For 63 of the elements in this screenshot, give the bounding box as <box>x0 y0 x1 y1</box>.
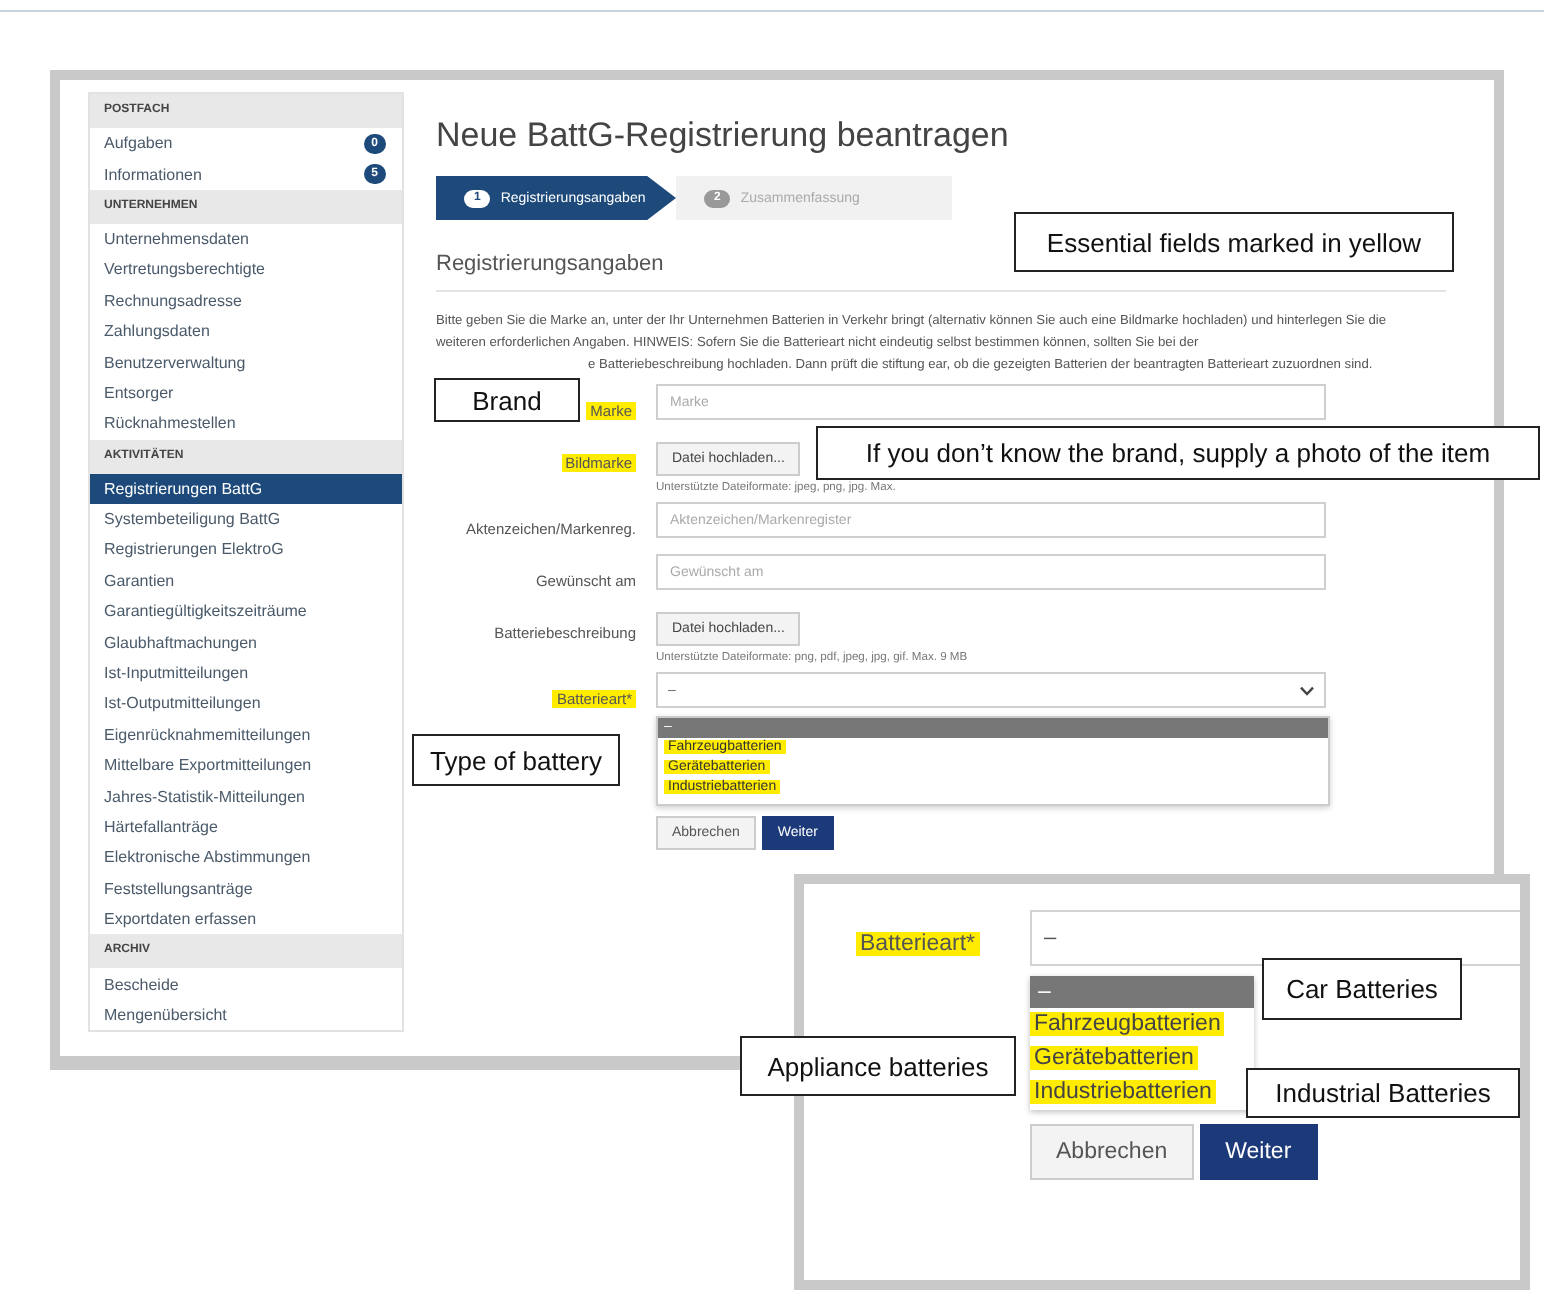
sidebar-item[interactable]: Eigenrücknahmemitteilungen <box>90 719 402 751</box>
sidebar-item-label: Garantien <box>104 571 175 590</box>
sidebar-item[interactable]: Feststellungsanträge <box>90 873 402 904</box>
sidebar-item-label: Zahlungsdaten <box>104 322 210 341</box>
annotation-callout: Type of battery <box>412 734 620 786</box>
sidebar-item-label: Glaubhaftmachungen <box>104 633 257 652</box>
sidebar-item[interactable]: Garantiegültigkeitszeiträume <box>90 596 402 627</box>
sidebar-item-label: Garantiegültigkeitszeiträume <box>104 602 307 621</box>
sidebar-item[interactable]: Registrierungen ElektroG <box>90 534 402 566</box>
next-button[interactable]: Weiter <box>1199 1124 1318 1180</box>
sidebar-item-label: Feststellungsanträge <box>104 879 253 898</box>
cancel-button[interactable]: Abbrechen <box>1030 1124 1194 1180</box>
sidebar-item[interactable]: Rücknahmestellen <box>90 408 402 440</box>
sidebar-item-label: Rechnungsadresse <box>104 291 242 310</box>
annotation-callout: Essential fields marked in yellow <box>1014 212 1454 272</box>
sidebar-item[interactable]: Mittelbare Exportmitteilungen <box>90 750 402 781</box>
sidebar-item[interactable]: Benutzerverwaltung <box>90 346 402 378</box>
annotation-callout: If you don’t know the brand, supply a photo of the item <box>816 426 1540 480</box>
sidebar-item-label: Benutzerverwaltung <box>104 353 246 372</box>
sidebar-item[interactable]: Vertretungsberechtigte <box>90 254 402 286</box>
sidebar-item-label: Härtefallanträge <box>104 818 218 836</box>
annotation-callout: Industrial Batteries <box>1246 1068 1520 1118</box>
sidebar-item[interactable]: Exportdaten erfassen <box>90 903 402 935</box>
sidebar-item[interactable]: Jahres-Statistik-Mitteilungen <box>90 780 402 812</box>
sidebar-item-label: Ist-Inputmitteilungen <box>104 664 249 683</box>
page-title: Neue BattG-Registrierung beantragen <box>436 116 1011 156</box>
sidebar-item-label: Unternehmensdaten <box>104 229 249 248</box>
sidebar-item-label: Mengenübersicht <box>104 1005 227 1024</box>
sidebar-item[interactable]: Systembeteiligung BattG <box>90 503 402 535</box>
sidebar-item[interactable]: Registrierungen BattG <box>90 473 402 504</box>
sidebar-item[interactable]: Mengenübersicht <box>90 999 402 1031</box>
chevron-icon <box>1300 685 1314 695</box>
field-label: Batterieart* <box>856 932 980 956</box>
sidebar-item[interactable]: Ist-Inputmitteilungen <box>90 657 402 689</box>
annotation-callout: Brand <box>434 378 580 422</box>
sidebar-item[interactable]: Ist-Outputmitteilungen <box>90 688 402 720</box>
sidebar-item[interactable]: Härtefallanträge <box>90 811 402 843</box>
annotation-callout: Car Batteries <box>1262 958 1462 1020</box>
sidebar-item[interactable]: Rechnungsadresse <box>90 285 402 316</box>
sidebar-item[interactable]: Unternehmensdaten <box>90 223 402 255</box>
sidebar-item[interactable]: Elektronische Abstimmungen <box>90 842 402 874</box>
sidebar-item-label: Registrierungen ElektroG <box>104 540 284 559</box>
sidebar-item[interactable]: Entsorger <box>90 377 402 409</box>
sidebar-item[interactable]: Garantien <box>90 565 402 597</box>
sidebar-item-label: Vertretungsberechtigte <box>104 260 265 279</box>
sidebar-item[interactable]: Bescheide <box>90 968 402 1000</box>
sidebar-item-label: Rücknahmestellen <box>104 414 236 433</box>
sidebar-item-label: Bescheide <box>104 975 179 994</box>
sidebar-item-label: Jahres-Statistik-Mitteilungen <box>104 787 305 806</box>
sidebar-item-label: Entsorger <box>104 383 174 402</box>
annotation-callout: Appliance batteries <box>740 1036 1016 1096</box>
sidebar-item-label: Informationen <box>104 165 202 184</box>
sidebar-item-label: Systembeteiligung BattG <box>104 510 281 529</box>
sidebar-item-label: Ist-Outputmitteilungen <box>104 694 261 713</box>
sidebar-item-label: Mittelbare Exportmitteilungen <box>104 756 312 775</box>
sidebar-item-label: Registrierungen BattG <box>104 479 263 498</box>
dropdown-option[interactable]: – <box>1030 976 1254 1008</box>
sidebar-item-label: Exportdaten erfassen <box>104 910 257 929</box>
sidebar-item-label: Eigenrücknahmemitteilungen <box>104 725 311 744</box>
sidebar-item[interactable]: Zahlungsdaten <box>90 315 402 347</box>
sidebar-item[interactable]: Glaubhaftmachungen <box>90 626 402 658</box>
sidebar-item-label: Elektronische Abstimmungen <box>104 848 311 867</box>
sidebar-item-label: Aufgaben <box>104 134 173 153</box>
